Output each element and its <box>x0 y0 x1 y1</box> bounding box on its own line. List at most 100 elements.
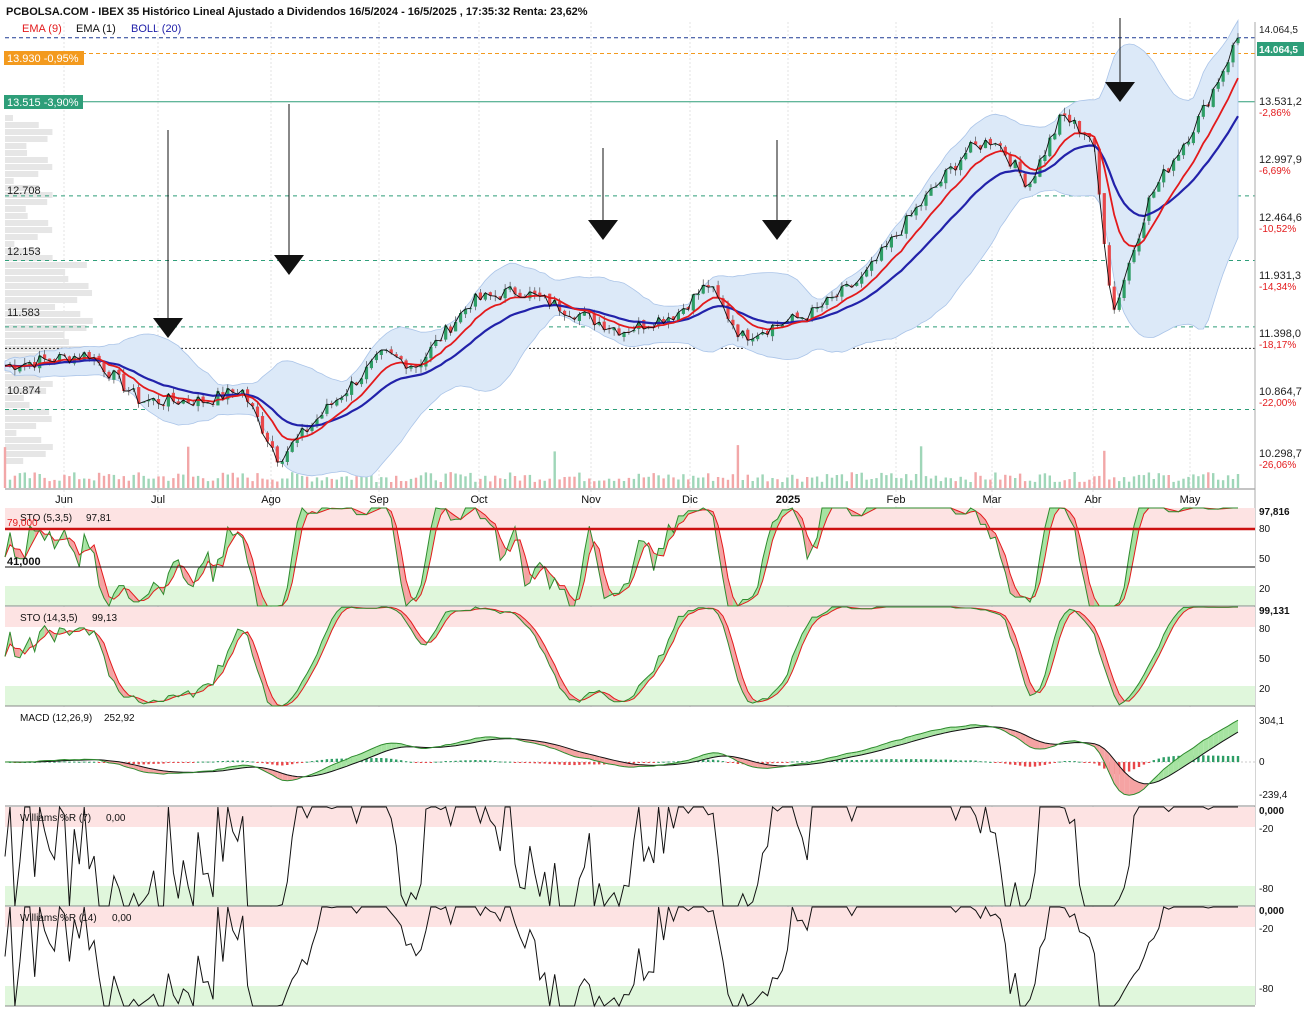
volume-bar <box>895 477 898 488</box>
volume-bar <box>201 478 205 488</box>
macd-histogram-bar <box>726 762 730 763</box>
volume-profile-bar <box>5 220 49 226</box>
volume-bar <box>761 474 764 488</box>
volume-bar <box>291 472 294 488</box>
volume-bar <box>1231 479 1235 488</box>
volume-bar <box>598 480 601 488</box>
macd-histogram-bar <box>939 759 943 762</box>
macd-histogram-bar <box>305 761 309 763</box>
volume-bar <box>1192 474 1195 488</box>
macd-histogram-bar <box>1058 761 1061 763</box>
volume-bar <box>53 479 56 488</box>
williams14-value: 0,00 <box>112 913 132 924</box>
macd-histogram-bar <box>330 758 333 762</box>
right-axis-price-7: 10.298,7 <box>1259 448 1302 460</box>
volume-bar <box>1217 479 1220 488</box>
macd-histogram-bar <box>236 760 239 762</box>
macd-histogram-bar <box>598 762 601 765</box>
volume-profile-bar <box>5 262 87 268</box>
macd-histogram-bar <box>419 762 423 763</box>
bollinger-band-area <box>4 19 1239 478</box>
sto1-axis-top: 97,816 <box>1259 507 1290 518</box>
volume-profile-bar <box>5 227 53 233</box>
volume-bar <box>271 479 274 488</box>
volume-bar <box>256 473 259 488</box>
volume-bar <box>672 477 675 488</box>
volume-bar <box>142 475 145 488</box>
volume-bar <box>266 479 269 488</box>
volume-bar <box>424 472 428 488</box>
right-axis-pct-6: -22,00% <box>1259 398 1296 409</box>
volume-bar <box>112 474 116 488</box>
macd-histogram-bar <box>409 761 413 763</box>
sto2-axis-50: 50 <box>1259 654 1271 665</box>
volume-bar <box>1202 474 1205 488</box>
macd-histogram-bar <box>162 762 165 764</box>
macd-histogram-bar <box>999 762 1002 763</box>
macd-histogram-bar <box>266 762 269 764</box>
sto1-panel <box>4 507 1255 608</box>
volume-bar <box>8 479 12 488</box>
volume-bar <box>172 478 175 488</box>
macd-histogram-bar <box>83 761 86 763</box>
macd-histogram-bar <box>994 762 997 763</box>
volume-bar <box>162 476 165 488</box>
macd-histogram-bar <box>1009 762 1012 765</box>
price-tag-last: 14.064,5 <box>1257 42 1304 56</box>
macd-histogram-bar <box>157 762 160 764</box>
williams14-label: Williams %R (14) <box>20 913 97 924</box>
volume-profile-bar <box>5 199 48 205</box>
macd-histogram-bar <box>385 758 388 762</box>
right-axis: 14.064,5 13.531,2 -2,86% 12.997,9 -6,69%… <box>1259 25 1302 471</box>
sto1-level-bottom: 41,000 <box>7 556 41 568</box>
volume-bar <box>236 477 239 488</box>
volume-bar <box>360 475 363 488</box>
volume-bar <box>1167 475 1170 488</box>
volume-bar <box>68 476 71 488</box>
right-axis-price-2: 12.997,9 <box>1259 154 1302 166</box>
volume-bar <box>276 481 279 488</box>
macd-histogram-bar <box>801 761 804 763</box>
volume-bar <box>88 478 91 488</box>
volume-bar <box>18 473 22 488</box>
macd-histogram-bar <box>286 762 289 765</box>
volume-bar <box>350 479 353 488</box>
macd-histogram-bar <box>1142 762 1146 765</box>
macd-axis-zero: 0 <box>1259 757 1265 768</box>
sto1-level-top: 79,000 <box>7 518 38 529</box>
macd-histogram-bar <box>192 762 195 763</box>
macd-histogram-bar <box>78 761 81 763</box>
volume-bar <box>1182 478 1185 488</box>
macd-histogram-bar <box>563 762 566 765</box>
macd-histogram-bar <box>642 762 645 763</box>
right-axis-pct-7: -26,06% <box>1259 460 1296 471</box>
volume-bar <box>459 474 462 488</box>
volume-bar <box>558 479 561 488</box>
volume-bar <box>1177 480 1180 488</box>
macd-histogram-bar <box>786 762 789 763</box>
macd-histogram-bar <box>68 761 71 763</box>
volume-bar <box>107 474 111 488</box>
volume-bar <box>900 478 903 488</box>
month-label: Jul <box>151 494 165 506</box>
volume-bar <box>657 475 660 488</box>
volume-bar <box>1207 472 1210 488</box>
volume-bar <box>652 473 655 488</box>
macd-histogram-bar <box>1004 762 1007 764</box>
volume-bar <box>434 480 437 488</box>
macd-histogram-bar <box>1226 756 1230 762</box>
volume-bar <box>711 480 715 488</box>
volume-bar <box>994 472 997 488</box>
macd-histogram-bar <box>1137 762 1141 767</box>
macd-histogram-bar <box>1033 762 1037 767</box>
volume-bar <box>1187 476 1190 488</box>
macd-histogram-bar <box>489 760 492 762</box>
month-label: Dic <box>682 494 698 506</box>
volume-bar <box>647 476 650 488</box>
volume-bar <box>880 472 883 488</box>
macd-histogram-bar <box>1068 761 1071 762</box>
volume-bar <box>622 481 626 488</box>
volume-profile-bar <box>5 444 53 450</box>
sto2-label: STO (14,3,5) <box>20 613 78 624</box>
macd-histogram-bar <box>924 759 928 762</box>
